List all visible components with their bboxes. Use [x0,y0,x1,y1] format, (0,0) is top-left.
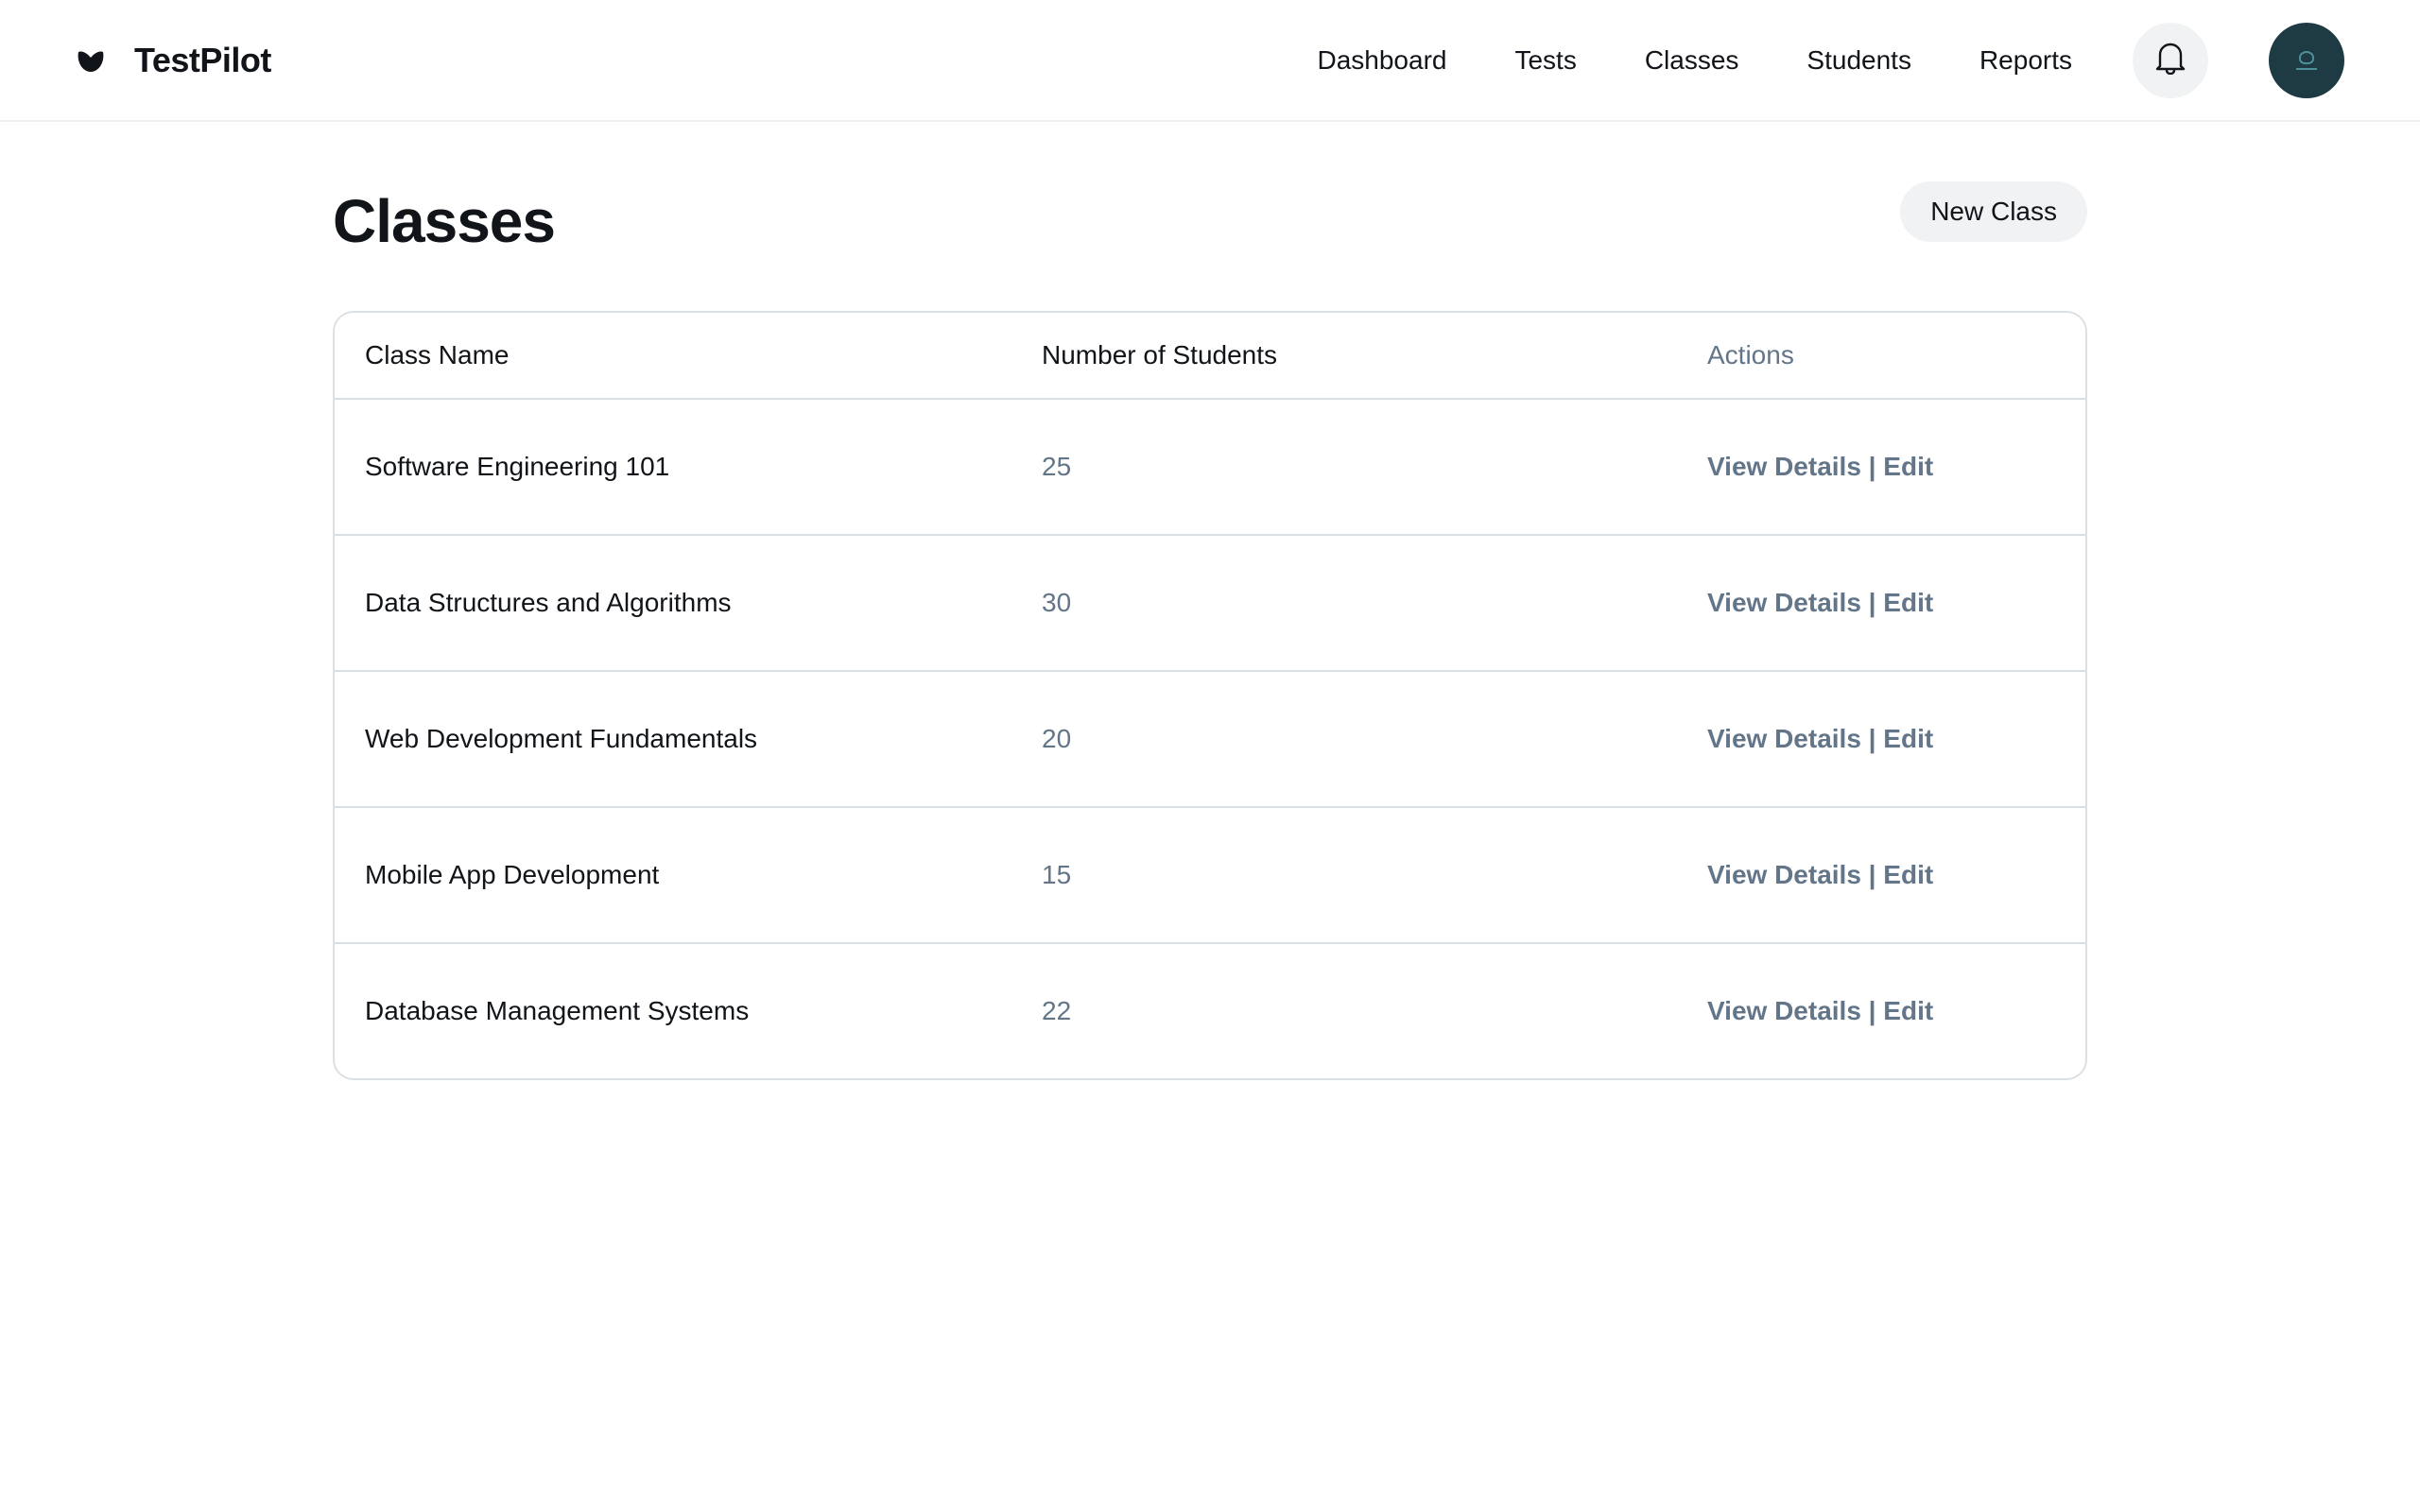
main-content: Classes New Class Class Name Number of S… [333,122,2087,1080]
row-actions-link[interactable]: View Details | Edit [1677,996,2085,1026]
nav-link-students[interactable]: Students [1806,45,1911,76]
class-name-cell: Data Structures and Algorithms [365,588,732,617]
row-actions-link[interactable]: View Details | Edit [1677,724,2085,754]
user-avatar[interactable] [2269,22,2344,98]
student-count-cell: 20 [1042,724,1072,753]
nav-right: Dashboard Tests Classes Students Reports [1317,22,2344,98]
student-count-cell: 30 [1042,588,1072,617]
class-name-cell: Web Development Fundamentals [365,724,758,753]
row-actions-link[interactable]: View Details | Edit [1677,452,2085,482]
nav-link-reports[interactable]: Reports [1979,45,2072,76]
student-count-cell: 22 [1042,996,1072,1025]
top-navbar: TestPilot Dashboard Tests Classes Studen… [0,0,2420,122]
column-header-actions: Actions [1707,340,1794,369]
table-header-row: Class Name Number of Students Actions [335,313,2085,398]
row-actions-link[interactable]: View Details | Edit [1677,860,2085,890]
class-name-cell: Mobile App Development [365,860,660,889]
class-name-cell: Software Engineering 101 [365,452,670,481]
table-row: Mobile App Development 15 View Details |… [335,806,2085,942]
column-header-number-of-students: Number of Students [1042,340,1278,369]
notifications-button[interactable] [2133,22,2208,98]
table-row: Web Development Fundamentals 20 View Det… [335,670,2085,806]
table-row: Database Management Systems 22 View Deta… [335,942,2085,1078]
leaf-logo-icon [76,45,106,76]
brand-name: TestPilot [134,40,271,79]
table-row: Data Structures and Algorithms 30 View D… [335,534,2085,670]
student-count-cell: 25 [1042,452,1072,481]
page-title: Classes [333,187,556,255]
class-name-cell: Database Management Systems [365,996,750,1025]
student-count-cell: 15 [1042,860,1072,889]
nav-link-dashboard[interactable]: Dashboard [1317,45,1446,76]
classes-table: Class Name Number of Students Actions So… [333,311,2087,1080]
main-nav: Dashboard Tests Classes Students Reports [1317,45,2072,76]
bell-icon [2154,41,2187,79]
nav-link-classes[interactable]: Classes [1645,45,1739,76]
row-actions-link[interactable]: View Details | Edit [1677,588,2085,618]
brand[interactable]: TestPilot [76,41,271,80]
table-row: Software Engineering 101 25 View Details… [335,398,2085,534]
new-class-button[interactable]: New Class [1900,181,2087,242]
avatar-emblem [2299,50,2314,64]
avatar-emblem-line [2296,67,2317,70]
nav-link-tests[interactable]: Tests [1514,45,1576,76]
page-header: Classes New Class [333,122,2087,311]
column-header-class-name: Class Name [365,340,510,369]
